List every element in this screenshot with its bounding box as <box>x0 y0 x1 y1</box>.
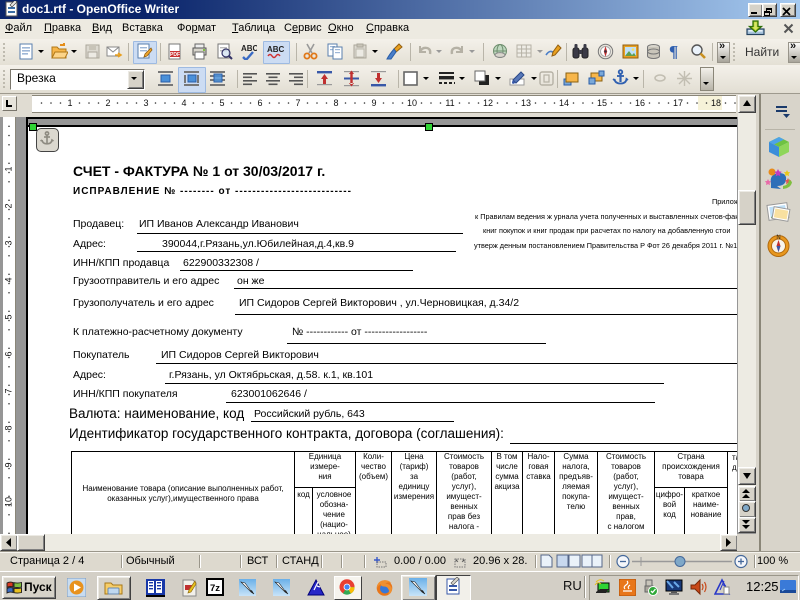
svg-text:7z: 7z <box>210 583 220 594</box>
svg-text:N: N <box>776 235 780 241</box>
